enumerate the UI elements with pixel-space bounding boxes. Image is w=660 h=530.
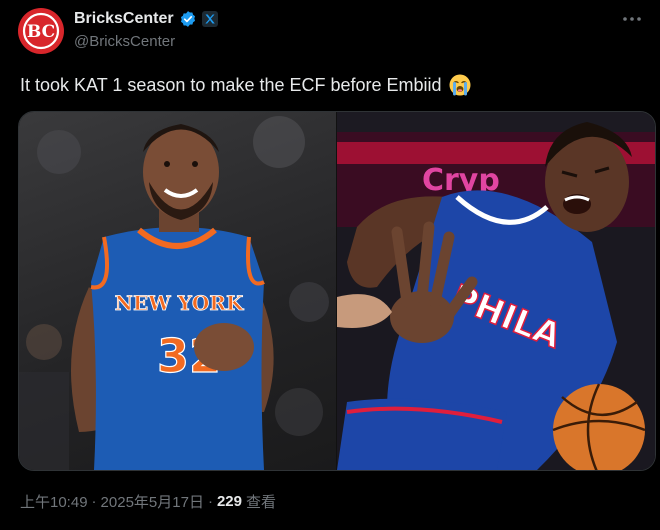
sixers-player-illustration: Cryp PHILA [337, 122, 655, 470]
tweet-text: It took KAT 1 season to make the ECF bef… [20, 75, 442, 95]
tweet-text-row: It took KAT 1 season to make the ECF bef… [20, 73, 472, 97]
more-options-button[interactable] [620, 10, 644, 28]
author-handle[interactable]: @BricksCenter [74, 33, 175, 50]
svg-text:BC: BC [27, 22, 55, 42]
brickscenter-logo: BC [22, 12, 60, 50]
photo-knicks-player[interactable]: NEW YORK 32 [19, 112, 336, 470]
ellipsis-icon [623, 17, 641, 21]
verified-check-icon[interactable] [179, 10, 197, 28]
photo-sixers-player[interactable]: Cryp PHILA [337, 112, 655, 470]
x-affiliate-icon[interactable] [201, 11, 218, 27]
display-name[interactable]: BricksCenter [74, 10, 174, 28]
tweet-meta: 上午10:49 · 2025年5月17日 · 229 查看 [20, 491, 276, 512]
jersey-text-left: NEW YORK [115, 291, 244, 315]
author-name-row: BricksCenter [74, 9, 218, 29]
tweet-media[interactable]: NEW YORK 32 Cryp PHILA [18, 111, 656, 471]
tweet-time[interactable]: 上午10:49 [20, 491, 88, 512]
meta-separator: · [207, 493, 213, 510]
loudly-crying-face-icon [449, 74, 471, 96]
tweet-card: BC BricksCenter @BricksCenter It took KA… [0, 0, 660, 530]
views-label[interactable]: 查看 [246, 491, 276, 512]
views-count[interactable]: 229 [217, 493, 242, 510]
tweet-date[interactable]: 2025年5月17日 [101, 491, 204, 512]
avatar[interactable]: BC [18, 8, 64, 54]
meta-separator: · [91, 493, 97, 510]
knicks-player-illustration: NEW YORK 32 [19, 116, 329, 470]
x-logo-icon [205, 14, 215, 24]
